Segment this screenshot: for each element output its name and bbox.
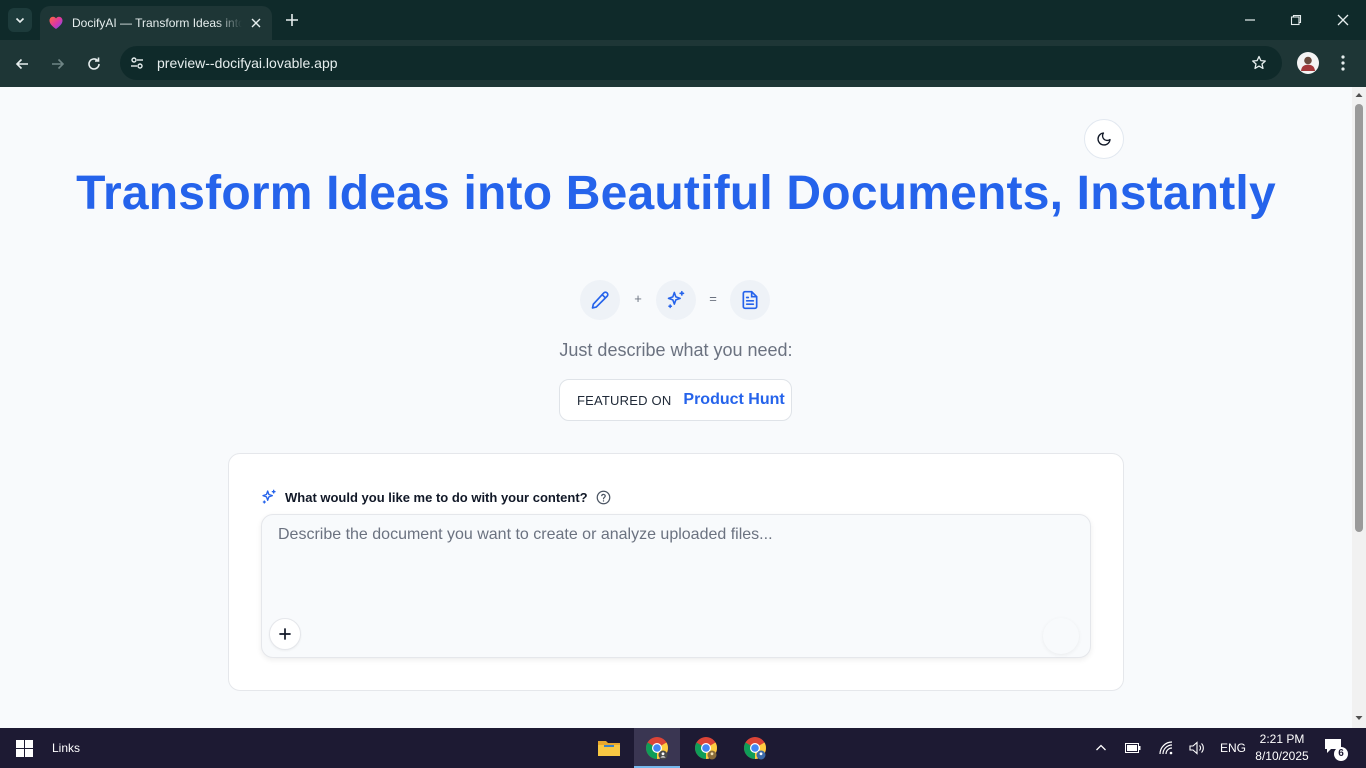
browser-menu-button[interactable] (1334, 52, 1352, 74)
browser-tab-active[interactable]: DocifyAI — Transform Ideas into Beautifu… (40, 6, 272, 40)
plus-sign: + (634, 291, 642, 306)
windows-taskbar: Links ENG 2:21 PM 8/10/2025 6 (0, 728, 1366, 768)
sparkles-icon (262, 489, 276, 504)
taskbar-clock[interactable]: 2:21 PM 8/10/2025 (1252, 731, 1312, 765)
pencil-icon (591, 291, 609, 309)
taskbar-links-toolbar[interactable]: Links (52, 741, 80, 755)
battery-icon (1125, 743, 1141, 753)
taskbar-chrome-active[interactable] (634, 728, 680, 768)
windows-start-icon[interactable] (16, 740, 33, 757)
close-window-button[interactable] (1331, 8, 1355, 32)
clock-date: 8/10/2025 (1255, 749, 1309, 763)
feature-formula: + = (580, 280, 772, 320)
wifi-icon (1159, 741, 1173, 755)
taskbar-chrome-profile-3[interactable] (732, 728, 778, 768)
battery-status[interactable] (1123, 738, 1143, 758)
tune-icon (131, 57, 143, 69)
product-hunt-name: Product Hunt (683, 391, 785, 408)
docifyai-favicon-icon (49, 16, 63, 29)
attach-file-button[interactable] (269, 618, 301, 650)
plus-icon (279, 628, 291, 640)
notification-center-button[interactable]: 6 (1324, 738, 1348, 761)
star-icon (1252, 55, 1266, 70)
url-text: preview--docifyai.lovable.app (157, 55, 338, 71)
address-bar[interactable]: preview--docifyai.lovable.app (120, 46, 1282, 80)
close-icon (1337, 14, 1349, 26)
reload-button[interactable] (82, 52, 106, 76)
arrow-right-icon (52, 58, 65, 70)
featured-on-label: FEATURED ON (577, 392, 672, 408)
help-circle-icon (596, 490, 610, 504)
new-tab-button[interactable] (282, 10, 302, 30)
scroll-down-arrow-icon[interactable] (1355, 714, 1363, 722)
arrow-left-icon (15, 58, 28, 70)
prompt-card: What would you like me to do with your c… (228, 453, 1124, 691)
reload-icon (88, 57, 100, 70)
minimize-icon (1245, 19, 1255, 21)
equals-sign: = (709, 291, 717, 306)
taskbar-file-explorer[interactable] (586, 728, 632, 768)
tab-title: DocifyAI — Transform Ideas into Beautifu… (72, 16, 242, 30)
bookmark-button[interactable] (1250, 54, 1268, 72)
notification-count-badge: 6 (1334, 747, 1348, 761)
prompt-box (261, 514, 1091, 658)
browser-tab-bar: DocifyAI — Transform Ideas into Beautifu… (0, 0, 1366, 40)
tab-search-button[interactable] (8, 8, 32, 32)
chrome-icon (744, 737, 766, 760)
avatar-icon (1301, 56, 1315, 71)
scrollbar-thumb[interactable] (1355, 104, 1363, 532)
tab-close-button[interactable] (248, 15, 264, 31)
scroll-up-arrow-icon[interactable] (1355, 91, 1363, 99)
pencil-icon-badge (580, 280, 620, 320)
restore-button[interactable] (1284, 8, 1308, 32)
sparkles-icon (667, 290, 685, 309)
hero-title: Transform Ideas into Beautiful Documents… (76, 167, 1276, 220)
help-button[interactable] (596, 490, 611, 505)
show-hidden-icons-button[interactable] (1091, 738, 1111, 758)
prompt-input[interactable] (262, 515, 1090, 657)
speaker-icon (1189, 741, 1204, 755)
chevron-up-icon (1096, 744, 1106, 751)
volume-control[interactable] (1187, 738, 1207, 758)
site-info-button[interactable] (125, 51, 149, 75)
browser-toolbar: preview--docifyai.lovable.app (0, 40, 1366, 87)
prompt-label-row: What would you like me to do with your c… (261, 488, 611, 506)
page-scrollbar[interactable] (1352, 87, 1366, 728)
back-button[interactable] (10, 52, 34, 76)
subtitle: Just describe what you need: (559, 340, 793, 360)
plus-icon (286, 14, 298, 26)
chrome-icon (695, 737, 717, 760)
chevron-down-icon (15, 17, 25, 24)
chrome-icon (646, 737, 668, 760)
product-hunt-badge[interactable]: FEATURED ON Product Hunt (559, 379, 792, 421)
close-icon (251, 18, 261, 28)
moon-icon (1097, 132, 1111, 146)
prompt-label: What would you like me to do with your c… (285, 489, 588, 505)
minimize-button[interactable] (1238, 8, 1262, 32)
send-button[interactable] (1043, 618, 1079, 654)
document-icon (742, 290, 758, 310)
input-language[interactable]: ENG (1220, 741, 1246, 755)
network-status[interactable] (1156, 738, 1176, 758)
taskbar-chrome-profile-2[interactable] (683, 728, 729, 768)
sparkles-icon-badge (656, 280, 696, 320)
more-vert-icon (1341, 55, 1345, 71)
restore-icon (1290, 14, 1302, 26)
clock-time: 2:21 PM (1259, 732, 1305, 746)
profile-avatar[interactable] (1297, 52, 1319, 74)
folder-icon (598, 741, 620, 756)
document-icon-badge (730, 280, 770, 320)
theme-toggle-button[interactable] (1084, 119, 1124, 159)
forward-button[interactable] (46, 52, 70, 76)
page-content: Transform Ideas into Beautiful Documents… (0, 87, 1352, 728)
